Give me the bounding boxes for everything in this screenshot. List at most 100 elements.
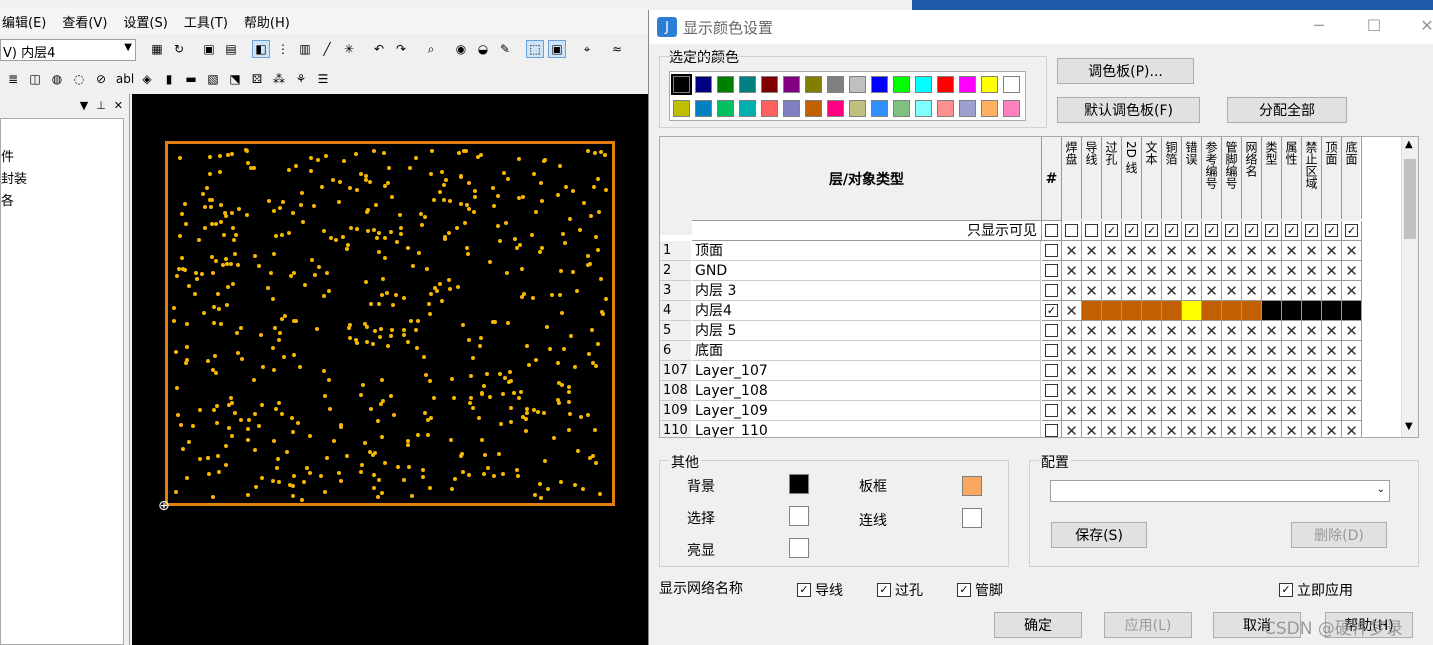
palette-swatch[interactable] — [673, 100, 690, 117]
column-header[interactable]: 网络名 — [1242, 137, 1262, 219]
color-cell[interactable]: ✕ — [1062, 361, 1082, 381]
color-cell[interactable] — [1162, 301, 1182, 321]
color-cell[interactable]: ✕ — [1082, 241, 1102, 261]
maximize-icon[interactable]: ☐ — [1364, 16, 1384, 36]
via-icon[interactable]: ◌ — [70, 70, 88, 88]
grid-scrollbar[interactable]: ▲ ▼ — [1401, 137, 1418, 437]
color-cell[interactable]: ✕ — [1122, 361, 1142, 381]
color-cell[interactable]: ✕ — [1182, 261, 1202, 281]
color-cell[interactable] — [1342, 301, 1362, 321]
select-mode-icon[interactable]: ⬚ — [526, 40, 544, 58]
color-cell[interactable]: ✕ — [1342, 361, 1362, 381]
layer-visible-cell[interactable] — [1042, 361, 1062, 381]
color-cell[interactable]: ✕ — [1082, 421, 1102, 437]
palette-swatch[interactable] — [717, 100, 734, 117]
color-cell[interactable]: ✕ — [1282, 381, 1302, 401]
color-cell[interactable]: ✕ — [1102, 341, 1122, 361]
palette-swatch[interactable] — [783, 76, 800, 93]
color-cell[interactable]: ✕ — [1222, 401, 1242, 421]
redo-icon[interactable]: ↷ — [392, 40, 410, 58]
brush-icon[interactable]: ✎ — [496, 40, 514, 58]
color-cell[interactable]: ✕ — [1242, 361, 1262, 381]
color-cell[interactable]: ✕ — [1262, 401, 1282, 421]
visible-checkbox-cell[interactable]: ✓ — [1262, 221, 1282, 241]
palette-swatch[interactable] — [761, 100, 778, 117]
color-cell[interactable]: ✕ — [1082, 401, 1102, 421]
visible-checkbox-cell[interactable]: ✓ — [1102, 221, 1122, 241]
palette-swatch[interactable] — [849, 100, 866, 117]
color-cell[interactable]: ✕ — [1322, 361, 1342, 381]
tree-item-decals[interactable]: 封装 — [1, 169, 123, 191]
color-cell[interactable]: ✕ — [1162, 341, 1182, 361]
color-cell[interactable]: ✕ — [1182, 281, 1202, 301]
color-cell[interactable]: ✕ — [1302, 261, 1322, 281]
color-cell[interactable]: ✕ — [1222, 421, 1242, 437]
layer-name[interactable]: Layer_107 — [692, 361, 1041, 381]
palette-swatch[interactable] — [827, 100, 844, 117]
color-cell[interactable]: ✕ — [1162, 381, 1182, 401]
color-cell[interactable]: ✕ — [1122, 341, 1142, 361]
component-icon[interactable]: ▥ — [296, 40, 314, 58]
color-cell[interactable]: ✕ — [1202, 281, 1222, 301]
delete-button[interactable]: 删除(D) — [1291, 522, 1387, 548]
close-icon[interactable]: ✕ — [114, 99, 123, 112]
properties-icon[interactable]: ▦ — [148, 40, 166, 58]
color-cell[interactable]: ✕ — [1122, 421, 1142, 437]
color-cell[interactable]: ✕ — [1302, 341, 1322, 361]
column-header[interactable]: 铜箔 — [1162, 137, 1182, 219]
color-cell[interactable]: ✕ — [1062, 381, 1082, 401]
color-cell[interactable]: ✕ — [1182, 381, 1202, 401]
column-header[interactable]: 禁止区域 — [1302, 137, 1322, 219]
palette-swatch[interactable] — [849, 76, 866, 93]
palette-swatch[interactable] — [761, 76, 778, 93]
trace-checkbox[interactable]: ✓ 导线 — [797, 580, 843, 600]
tree-item-nets[interactable]: 各 — [1, 191, 123, 213]
color-cell[interactable]: ✕ — [1262, 421, 1282, 437]
assign-all-button[interactable]: 分配全部 — [1227, 97, 1347, 123]
color-cell[interactable]: ✕ — [1242, 421, 1262, 437]
color-cell[interactable]: ✕ — [1202, 361, 1222, 381]
column-header[interactable]: 参考编号 — [1202, 137, 1222, 219]
color-cell[interactable]: ✕ — [1302, 381, 1322, 401]
color-cell[interactable]: ✕ — [1082, 361, 1102, 381]
column-header[interactable]: 底面 — [1342, 137, 1362, 219]
menu-edit[interactable]: 编辑(E) — [2, 12, 46, 31]
column-header[interactable]: 管脚编号 — [1222, 137, 1242, 219]
palette-button[interactable]: 调色板(P)... — [1057, 58, 1194, 84]
color-cell[interactable]: ✕ — [1162, 281, 1182, 301]
palette-swatch[interactable] — [1003, 100, 1020, 117]
copper-icon[interactable]: ◈ — [138, 70, 156, 88]
color-cell[interactable]: ✕ — [1282, 341, 1302, 361]
text-icon[interactable]: abl — [114, 70, 136, 88]
color-cell[interactable]: ✕ — [1302, 421, 1322, 437]
dice-icon[interactable]: ⚄ — [248, 70, 266, 88]
palette-swatch[interactable] — [805, 100, 822, 117]
color-cell[interactable]: ✕ — [1242, 341, 1262, 361]
color-cell[interactable]: ✕ — [1182, 421, 1202, 437]
color-cell[interactable]: ✕ — [1262, 381, 1282, 401]
color-cell[interactable]: ✕ — [1102, 421, 1122, 437]
color-cell[interactable] — [1282, 301, 1302, 321]
copy-icon[interactable]: ▣ — [200, 40, 218, 58]
layer-visible-cell[interactable] — [1042, 401, 1062, 421]
color-cell[interactable]: ✕ — [1182, 341, 1202, 361]
color-cell[interactable]: ✕ — [1182, 401, 1202, 421]
color-cell[interactable]: ✕ — [1142, 381, 1162, 401]
color-cell[interactable]: ✕ — [1182, 361, 1202, 381]
visible-checkbox-cell[interactable]: ✓ — [1182, 221, 1202, 241]
visible-checkbox-cell[interactable] — [1082, 221, 1102, 241]
color-cell[interactable]: ✕ — [1102, 361, 1122, 381]
layer-name[interactable]: 内层4 — [692, 301, 1041, 321]
menu-tools[interactable]: 工具(T) — [184, 12, 228, 31]
layer-visible-cell[interactable] — [1042, 281, 1062, 301]
color-cell[interactable]: ✕ — [1342, 241, 1362, 261]
color-cell[interactable] — [1122, 301, 1142, 321]
color-cell[interactable]: ✕ — [1222, 241, 1242, 261]
color-cell[interactable]: ✕ — [1102, 281, 1122, 301]
layers-icon[interactable]: ≣ — [4, 70, 22, 88]
palette-swatch[interactable] — [739, 100, 756, 117]
layer-name[interactable]: 内层 3 — [692, 281, 1041, 301]
color-cell[interactable]: ✕ — [1262, 361, 1282, 381]
layer-combo[interactable]: V) 内层4 ▼ — [0, 39, 136, 61]
paste-icon[interactable]: ▤ — [222, 40, 240, 58]
